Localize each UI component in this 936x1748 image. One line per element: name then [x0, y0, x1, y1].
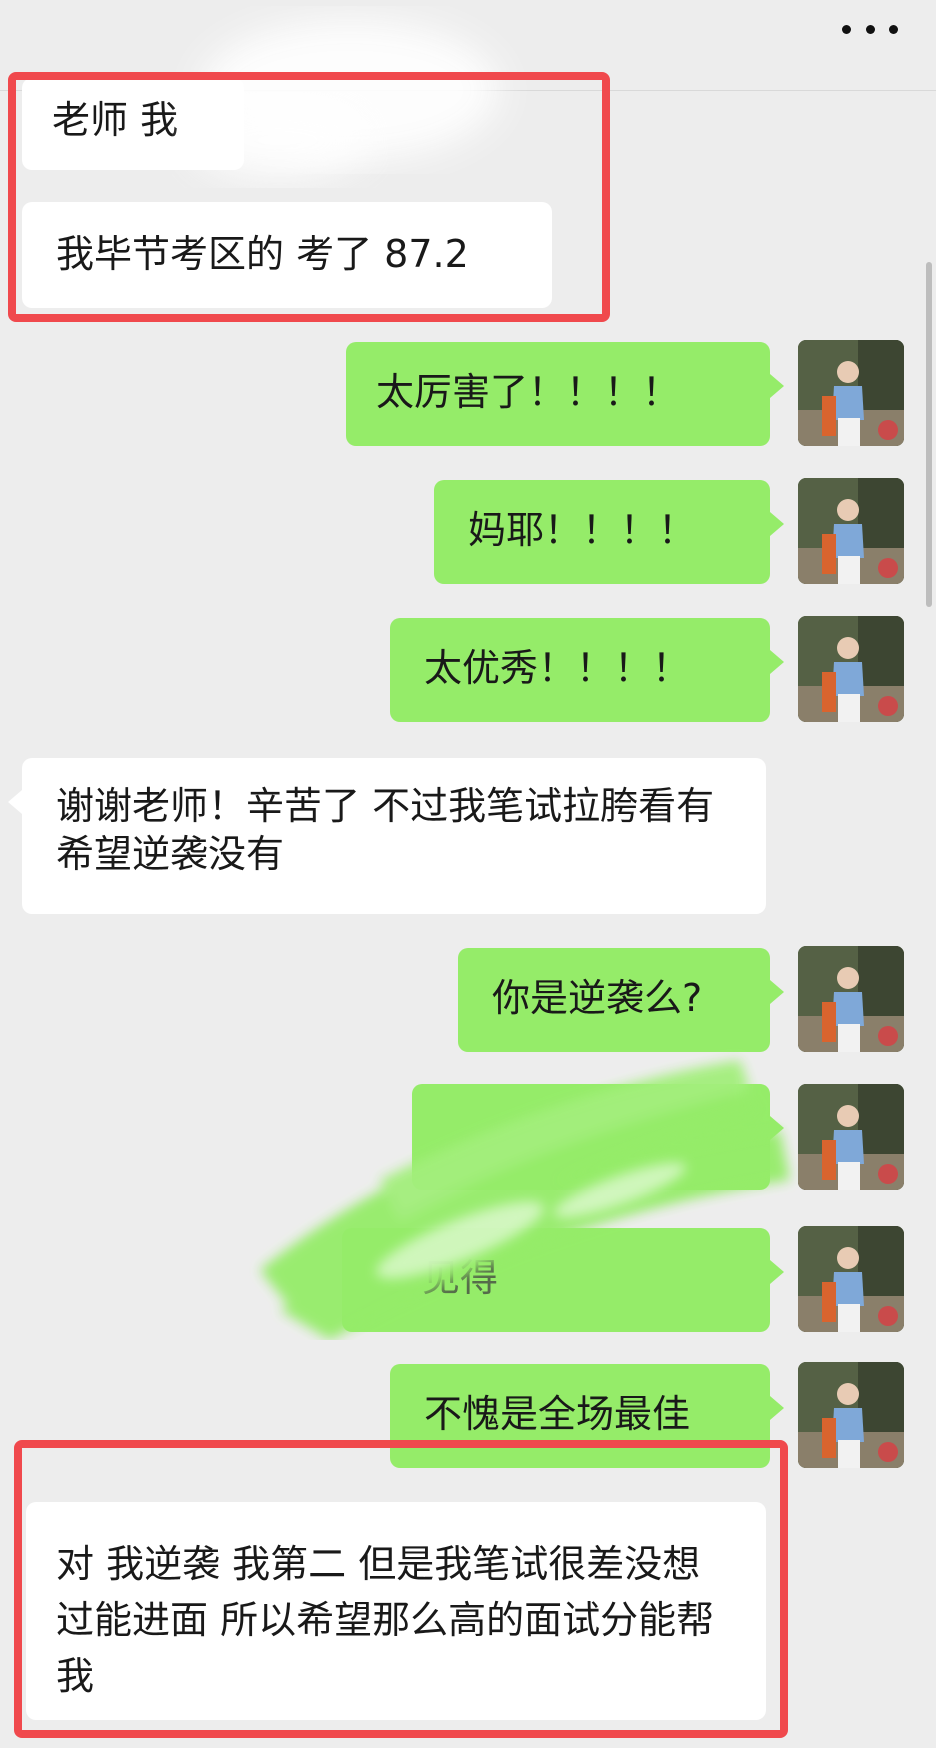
- scrollbar[interactable]: [926, 262, 932, 607]
- message-bubble-outgoing: 不愧是全场最佳: [390, 1364, 784, 1468]
- message-bubble-incoming: 对 我逆袭 我第二 但是我笔试很差没想过能进面 所以希望那么高的面试分能帮我: [26, 1502, 766, 1720]
- message-text: 妈耶！！！！: [468, 508, 697, 552]
- message-text: 老师 我: [52, 98, 179, 142]
- message-bubble-outgoing: [412, 1084, 784, 1190]
- message-bubble-outgoing: 妈耶！！！！: [434, 480, 784, 584]
- message-text: 不愧是全场最佳: [424, 1392, 691, 1436]
- message-bubble-outgoing: 见得: [342, 1228, 784, 1332]
- message-bubble-incoming: 我毕节考区的 考了 87.2: [22, 202, 552, 308]
- message-text: 见得: [422, 1256, 499, 1300]
- avatar[interactable]: [798, 946, 904, 1052]
- message-bubble-incoming: 谢谢老师！辛苦了 不过我笔试拉胯看有希望逆袭没有: [8, 758, 766, 914]
- avatar[interactable]: [798, 1084, 904, 1190]
- message-bubble-outgoing: 太优秀！！！！: [390, 618, 784, 722]
- avatar[interactable]: [798, 478, 904, 584]
- message-bubble-outgoing: 太厉害了！！！！: [346, 342, 784, 446]
- message-text: 你是逆袭么?: [492, 976, 703, 1020]
- message-text: 我毕节考区的 考了 87.2: [56, 232, 469, 276]
- message-text: 对 我逆袭 我第二 但是我笔试很差没想过能进面 所以希望那么高的面试分能帮我: [56, 1542, 715, 1698]
- avatar[interactable]: [798, 1362, 904, 1468]
- message-bubble-outgoing: 你是逆袭么?: [458, 948, 784, 1052]
- message-text: 太厉害了！！！！: [376, 370, 681, 414]
- avatar[interactable]: [798, 616, 904, 722]
- more-dots-icon[interactable]: [842, 22, 898, 36]
- avatar[interactable]: [798, 340, 904, 446]
- message-bubble-incoming: 老师 我: [22, 78, 244, 170]
- message-text: 谢谢老师！辛苦了 不过我笔试拉胯看有希望逆袭没有: [56, 784, 715, 876]
- avatar[interactable]: [798, 1226, 904, 1332]
- message-text: 太优秀！！！！: [424, 646, 691, 690]
